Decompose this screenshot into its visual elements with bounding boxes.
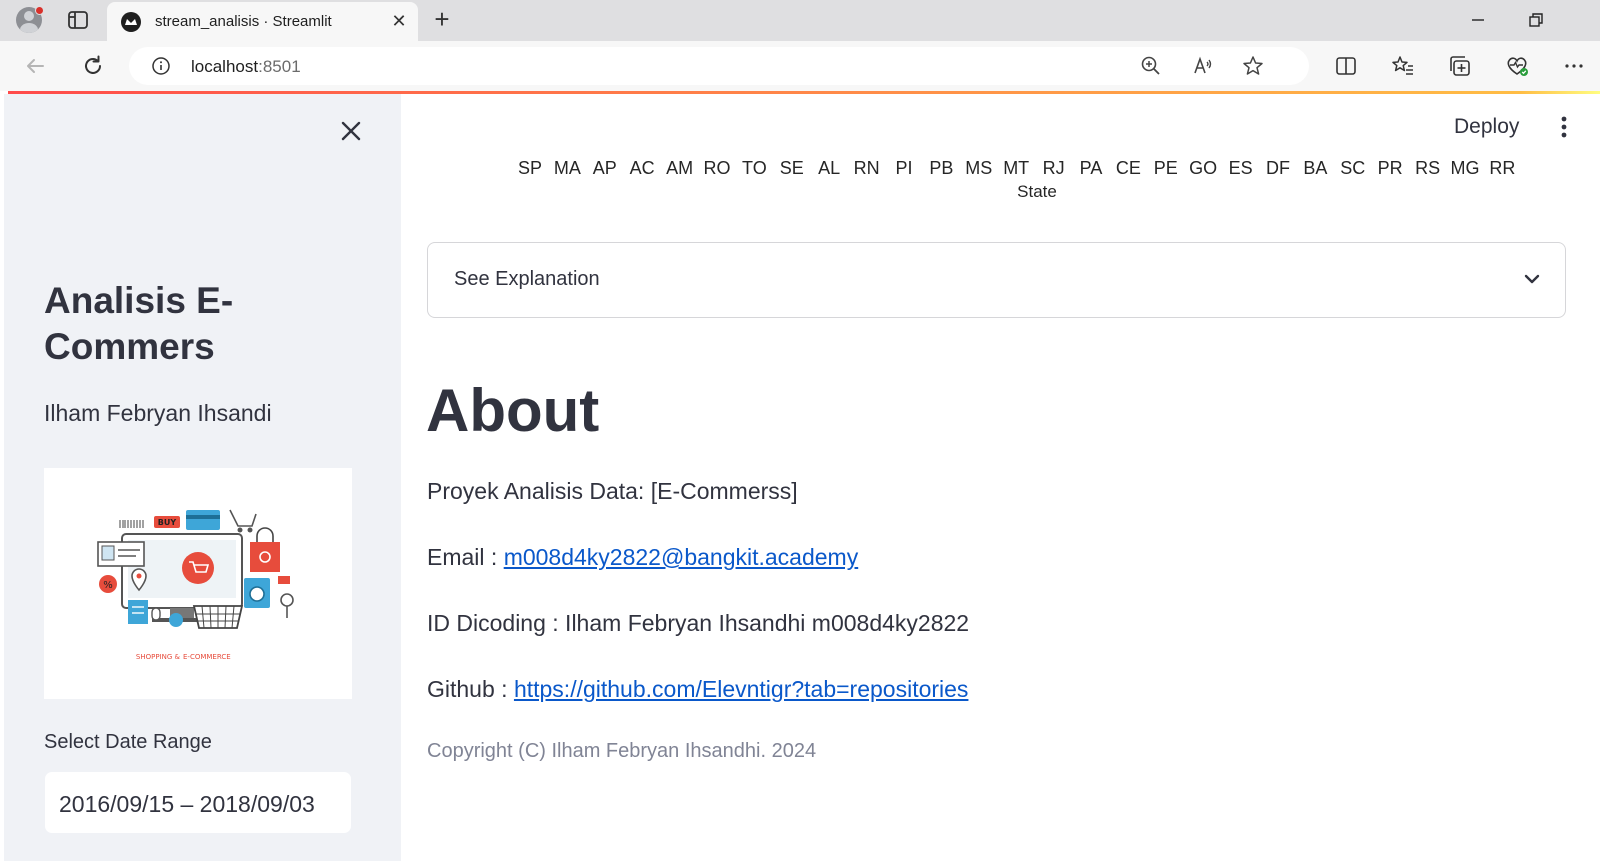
see-explanation-expander[interactable]: See Explanation (427, 242, 1566, 318)
read-aloud-icon[interactable] (1191, 54, 1215, 78)
site-info-icon[interactable] (151, 56, 171, 76)
expander-label: See Explanation (454, 268, 600, 290)
streamlit-favicon-icon (121, 12, 141, 32)
date-range-input[interactable]: 2016/09/15 – 2018/09/03 (44, 771, 352, 834)
chart-x-tick-label: RS (1415, 158, 1441, 178)
image-caption-left: SHOPPING & (136, 653, 181, 661)
back-icon[interactable] (22, 53, 48, 79)
sidebar-author: Ilham Febryan Ihsandi (44, 400, 272, 426)
chart-x-tick-label: RJ (1042, 158, 1065, 178)
browser-tab-strip: stream_analisis · Streamlit ✕ + (0, 0, 1600, 41)
new-tab-icon[interactable]: + (430, 6, 454, 32)
zoom-icon[interactable] (1139, 54, 1163, 78)
more-options-icon[interactable] (1561, 53, 1587, 79)
chart-x-axis-title: State (1017, 182, 1057, 201)
about-heading: About (426, 377, 600, 444)
chart-x-tick-label: AP (592, 158, 617, 178)
chart-x-tick-label: RN (853, 158, 880, 178)
chart-x-tick-label: PR (1377, 158, 1403, 178)
chart-x-tick-label: MA (553, 158, 581, 178)
chart-x-tick-label: SP (517, 158, 543, 178)
chart-x-axis: SP MA AP AC AM RO TO SE AL RN PI PB MS MT RJ PA CE PE GO ES… (401, 156, 1600, 206)
chart-x-tick-label: RR (1489, 158, 1516, 178)
minimize-icon[interactable] (1466, 8, 1490, 32)
chart-x-tick-label: DF (1266, 158, 1290, 178)
chart-x-tick-label: PB (929, 158, 954, 178)
chart-x-tick-label: SE (779, 158, 804, 178)
chart-x-tick-label: RO (703, 158, 731, 178)
browser-essentials-icon[interactable] (1504, 53, 1530, 79)
deploy-button[interactable]: Deploy (1454, 115, 1519, 139)
chart-x-tick-label: MT (1003, 158, 1030, 178)
chart-x-tick-label: CE (1115, 158, 1141, 178)
collections-icon[interactable] (1447, 53, 1473, 79)
chart-x-tick-label: AM (666, 158, 694, 178)
email-line: Email : m008d4ky2822@bangkit.academy (427, 544, 859, 570)
chart-x-tick-label: TO (742, 158, 767, 178)
tab-actions-icon[interactable] (66, 8, 90, 32)
chart-x-tick-label: ES (1228, 158, 1253, 178)
chart-x-tick-label: MS (965, 158, 993, 178)
date-range-value[interactable]: 2016/09/15 – 2018/09/03 (59, 791, 315, 818)
buy-badge-text: BUY (158, 518, 177, 527)
chart-x-tick-label: PA (1079, 158, 1103, 178)
github-link[interactable]: https://github.com/Elevntigr?tab=reposit… (514, 676, 969, 702)
chart-x-tick-label: SC (1340, 158, 1366, 178)
address-bar[interactable]: localhost:8501 (129, 47, 1309, 85)
github-line: Github : https://github.com/Elevntigr?ta… (427, 676, 969, 702)
chart-x-tick-label: PI (895, 158, 913, 178)
chart-x-tick-label: AL (818, 158, 841, 178)
browser-tab-active[interactable]: stream_analisis · Streamlit ✕ (107, 2, 418, 41)
favorites-icon[interactable] (1390, 53, 1416, 79)
project-line: Proyek Analisis Data: [E-Commerss] (427, 478, 798, 504)
chart-x-tick-label: AC (629, 158, 655, 178)
copyright-text: Copyright (C) Ilham Febryan Ihsandhi. 20… (427, 740, 817, 762)
sidebar: Analisis E-Commers Ilham Febryan Ihsandi… (4, 94, 401, 861)
chart-x-tick-label: MG (1450, 158, 1480, 178)
dicoding-line: ID Dicoding : Ilham Febryan Ihsandhi m00… (427, 610, 970, 636)
url-text[interactable]: localhost:8501 (191, 57, 301, 77)
svg-text:%: % (103, 580, 113, 591)
favorite-star-icon[interactable] (1241, 54, 1265, 78)
chart-x-tick-label: GO (1189, 158, 1218, 178)
chart-x-tick-label: BA (1303, 158, 1328, 178)
tab-close-icon[interactable]: ✕ (390, 12, 408, 30)
main-menu-icon[interactable] (1551, 114, 1577, 140)
profile-notification-dot (35, 6, 44, 15)
ecommerce-illustration: BUY % SHOPPING & E-COMMERCE (44, 468, 352, 699)
main-content: Deploy SP MA AP AC AM RO TO SE AL RN PI PB MS MT RJ PA C… (401, 94, 1600, 861)
image-caption-right: E-COMMERCE (183, 653, 231, 661)
date-range-label: Select Date Range (44, 731, 212, 753)
close-sidebar-icon[interactable] (338, 118, 364, 144)
sidebar-title: Analisis E-Commers (44, 280, 234, 367)
email-link[interactable]: m008d4ky2822@bangkit.academy (504, 544, 859, 570)
chart-x-tick-label: PE (1153, 158, 1178, 178)
split-screen-icon[interactable] (1333, 53, 1359, 79)
restore-icon[interactable] (1524, 8, 1548, 32)
chevron-down-icon[interactable] (1520, 267, 1544, 291)
reload-icon[interactable] (80, 53, 106, 79)
browser-toolbar: localhost:8501 (0, 41, 1600, 91)
tab-title: stream_analisis · Streamlit (155, 13, 332, 30)
